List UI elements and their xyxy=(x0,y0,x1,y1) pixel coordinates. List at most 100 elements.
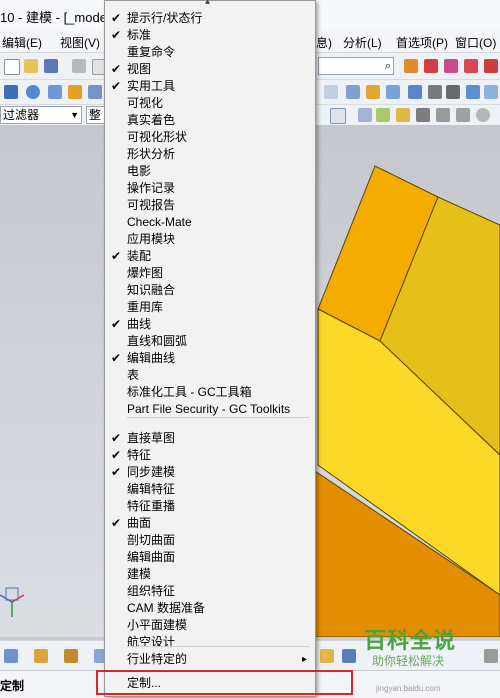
menu-item[interactable]: ✔ 提示行/状态行 xyxy=(105,10,315,27)
save-icon[interactable] xyxy=(44,59,58,73)
menu-item[interactable]: 可视化形状 xyxy=(105,129,315,146)
menu-analysis[interactable]: 分析(L) xyxy=(343,34,382,51)
menu-item[interactable]: ✔ 同步建模 xyxy=(105,464,315,481)
offset-region-icon[interactable] xyxy=(366,85,380,99)
menu-item[interactable]: 特征重播 xyxy=(105,498,315,515)
menu-item-label: 编辑曲线 xyxy=(127,351,176,365)
menu-item[interactable]: 小平面建模 xyxy=(105,617,315,634)
wcs-triad-icon xyxy=(0,587,25,617)
light-icon[interactable] xyxy=(320,649,334,663)
more-tools-icon[interactable] xyxy=(484,649,498,663)
menu-item-label: 航空设计 xyxy=(127,635,176,649)
menu-item-label: 直线和圆弧 xyxy=(127,334,188,348)
menu-item[interactable]: ✔ 视图 xyxy=(105,61,315,78)
menu-item[interactable]: 真实着色 xyxy=(105,112,315,129)
menu-item-label: 曲面 xyxy=(127,516,152,530)
select-box-icon[interactable] xyxy=(330,108,346,124)
menu-item[interactable]: 操作记录 xyxy=(105,180,315,197)
menu-item-label: 装配 xyxy=(127,249,152,263)
arc-center-icon[interactable] xyxy=(476,108,490,122)
resize-blend-icon[interactable] xyxy=(408,85,422,99)
menu-item[interactable]: 可视报告 xyxy=(105,197,315,214)
menu-item[interactable]: 编辑曲面 xyxy=(105,549,315,566)
menu-item[interactable]: ✔ 特征 xyxy=(105,447,315,464)
select-face-icon[interactable] xyxy=(358,108,372,122)
menu-item[interactable]: 编辑特征 xyxy=(105,481,315,498)
selection-scope-select[interactable]: 整 xyxy=(86,106,106,124)
menu-item-industry-specific[interactable]: 行业特定的 ▸ xyxy=(105,651,315,668)
menu-item[interactable]: ✔ 曲面 xyxy=(105,515,315,532)
menu-item[interactable]: 重用库 xyxy=(105,299,315,316)
delete-face-icon[interactable] xyxy=(428,85,442,99)
new-file-icon[interactable] xyxy=(4,59,20,75)
open-file-icon[interactable] xyxy=(24,59,38,73)
menu-item[interactable]: Part File Security - GC Toolkits xyxy=(105,401,315,418)
scroll-up-arrow-icon[interactable]: ▴ xyxy=(205,0,210,7)
menu-item-label: 视图 xyxy=(127,62,152,76)
search-icon: ⌕ xyxy=(384,60,391,72)
menu-item[interactable]: 建模 xyxy=(105,566,315,583)
menu-item[interactable]: ✔ 编辑曲线 xyxy=(105,350,315,367)
watermark-url: jingyan.baidu.com xyxy=(376,684,441,693)
menu-item[interactable]: ✔ 直接草图 xyxy=(105,430,315,447)
menu-edit[interactable]: 编辑(E) xyxy=(2,34,42,51)
shaded-icon[interactable] xyxy=(34,649,48,663)
menu-item[interactable]: ✔ 曲线 xyxy=(105,316,315,333)
menu-window[interactable]: 窗口(O) xyxy=(455,34,496,51)
menu-item[interactable]: ✔ 装配 xyxy=(105,248,315,265)
menu-item[interactable]: 表 xyxy=(105,367,315,384)
select-feature-icon[interactable] xyxy=(376,108,390,122)
replace-face-icon[interactable] xyxy=(386,85,400,99)
menu-item[interactable]: ✔ 实用工具 xyxy=(105,78,315,95)
control-point-icon[interactable] xyxy=(456,108,470,122)
menu-item[interactable]: CAM 数据准备 xyxy=(105,600,315,617)
revolve-icon[interactable] xyxy=(88,85,102,99)
type-filter-select[interactable]: 过滤器 ▼ xyxy=(0,106,82,124)
end-point-icon[interactable] xyxy=(416,108,430,122)
block-icon[interactable] xyxy=(4,85,18,99)
menu-item[interactable]: 重复命令 xyxy=(105,44,315,61)
pull-face-icon[interactable] xyxy=(346,85,360,99)
menu-item[interactable]: Check-Mate xyxy=(105,214,315,231)
cone-icon[interactable] xyxy=(48,85,62,99)
snap-point-icon[interactable] xyxy=(396,108,410,122)
copy-face-icon[interactable] xyxy=(484,85,498,99)
mid-point-icon[interactable] xyxy=(436,108,450,122)
menu-item-label: 重复命令 xyxy=(127,45,176,59)
menu-item[interactable]: 可视化 xyxy=(105,95,315,112)
menu-item[interactable]: 爆炸图 xyxy=(105,265,315,282)
menu-item[interactable]: ✔ 标准 xyxy=(105,27,315,44)
view-orient-icon[interactable] xyxy=(4,649,18,663)
pattern-face-icon[interactable] xyxy=(446,85,460,99)
curve-tool-icon[interactable] xyxy=(424,59,438,73)
fillet-curve-icon[interactable] xyxy=(464,59,478,73)
move-face-icon[interactable] xyxy=(324,85,338,99)
cylinder-icon[interactable] xyxy=(26,85,40,99)
menu-info[interactable]: 息) xyxy=(316,34,332,51)
spline-icon[interactable] xyxy=(444,59,458,73)
cut-icon[interactable] xyxy=(72,59,86,73)
menu-preferences[interactable]: 首选项(P) xyxy=(396,34,448,51)
check-mark-icon: ✔ xyxy=(110,62,122,76)
extrude-icon[interactable] xyxy=(68,85,82,99)
submenu-arrow-icon: ▸ xyxy=(301,654,307,665)
menu-item[interactable]: 电影 xyxy=(105,163,315,180)
render-icon[interactable] xyxy=(342,649,356,663)
arc-icon[interactable] xyxy=(484,59,498,73)
mirror-face-icon[interactable] xyxy=(466,85,480,99)
menu-item[interactable]: 知识融合 xyxy=(105,282,315,299)
check-mark-icon: ✔ xyxy=(110,249,122,263)
menu-item-label: 小平面建模 xyxy=(127,618,188,632)
menu-item[interactable]: 标准化工具 - GC工具箱 xyxy=(105,384,315,401)
menu-item-label: 应用模块 xyxy=(127,232,176,246)
menu-item[interactable]: 组织特征 xyxy=(105,583,315,600)
menu-item[interactable]: 直线和圆弧 xyxy=(105,333,315,350)
menu-item[interactable]: 航空设计 xyxy=(105,634,315,651)
menu-view[interactable]: 视图(V) xyxy=(60,34,100,51)
wireframe-icon[interactable] xyxy=(64,649,78,663)
menu-item[interactable]: 应用模块 xyxy=(105,231,315,248)
command-finder-input[interactable]: ⌕ xyxy=(318,57,394,75)
menu-item[interactable]: 剖切曲面 xyxy=(105,532,315,549)
menu-item[interactable]: 形状分析 xyxy=(105,146,315,163)
snap-icon[interactable] xyxy=(404,59,418,73)
